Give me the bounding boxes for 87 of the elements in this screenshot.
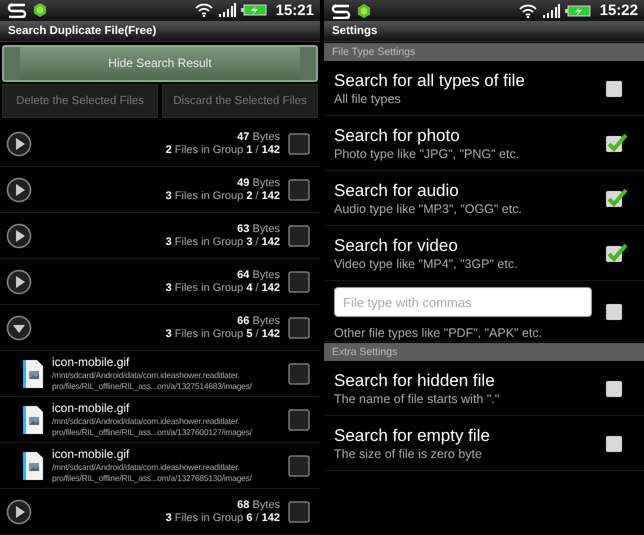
battery-charging-icon <box>240 3 267 18</box>
group-summary: 2 Files in Group 1 / 142 <box>166 144 280 156</box>
file-size: 68 Bytes <box>236 498 280 512</box>
checkbox[interactable] <box>288 224 310 246</box>
expand-icon[interactable] <box>6 176 32 202</box>
preference-summary: Video type like "MP4", "3GP" etc. <box>334 256 519 272</box>
checkbox[interactable] <box>288 500 310 522</box>
screen-title: Settings <box>324 21 644 42</box>
clock-time: 15:21 <box>276 2 314 19</box>
preference-row[interactable]: Search for video Video type like "MP4", "3GP" etc. <box>324 226 644 281</box>
file-size: 66 Bytes <box>236 314 280 328</box>
expand-icon[interactable] <box>6 498 32 524</box>
group-row[interactable]: 64 Bytes 3 Files in Group 4 / 142 <box>0 259 320 305</box>
usb-icon[interactable] <box>6 2 28 18</box>
group-summary: 3 Files in Group 5 / 142 <box>166 328 280 340</box>
preference-title: Search for video <box>334 234 459 256</box>
preference-title: Search for photo <box>334 124 461 146</box>
preference-summary: All file types <box>334 90 402 106</box>
hide-results-button[interactable]: Hide Search Result <box>2 44 318 82</box>
file-name: icon-mobile.gif <box>52 355 130 370</box>
wifi-icon <box>518 4 537 18</box>
preference-summary: Audio type like "MP3", "OGG" etc. <box>334 200 523 216</box>
checkbox[interactable] <box>604 132 628 154</box>
file-path: pro/files/RIL_offline/RIL_ass...om/a/1327600127/images/ <box>52 427 253 438</box>
group-summary: 3 Files in Group 2 / 142 <box>166 190 280 202</box>
checkbox[interactable] <box>288 408 310 430</box>
battery-charging-icon <box>564 4 591 18</box>
file-path: pro/files/RIL_offline/RIL_ass...om/a/1327685130/images/ <box>52 473 253 484</box>
group-row[interactable]: 47 Bytes 2 Files in Group 1 / 142 <box>0 121 320 167</box>
checkbox[interactable] <box>288 454 310 476</box>
preference-row[interactable]: Search for all types of file All file types <box>324 61 644 116</box>
wifi-icon <box>194 3 213 18</box>
group-summary: 3 Files in Group 6 / 142 <box>166 512 280 524</box>
clock-time: 15:22 <box>600 2 638 19</box>
file-name: icon-mobile.gif <box>52 401 130 416</box>
collapse-icon[interactable] <box>6 314 32 340</box>
preference-summary: Other file types like "PDF", "APK" etc. <box>334 325 544 341</box>
preference-summary: The name of file starts with "." <box>334 390 500 406</box>
group-row[interactable]: 66 Bytes 3 Files in Group 5 / 142 <box>0 305 320 351</box>
screen-title: Search Duplicate File(Free) <box>0 20 320 42</box>
file-path: pro/files/RIL_offline/RIL_ass...om/a/1327514683/images/ <box>52 381 253 392</box>
image-file-icon <box>22 358 44 388</box>
expand-icon[interactable] <box>6 222 32 248</box>
file-name: icon-mobile.gif <box>52 447 130 462</box>
checkbox[interactable] <box>604 187 628 209</box>
signal-icon <box>542 4 560 18</box>
file-size: 49 Bytes <box>236 176 280 190</box>
checkbox[interactable] <box>288 178 310 200</box>
group-summary: 3 Files in Group 4 / 142 <box>166 282 280 294</box>
checkbox[interactable] <box>288 132 310 154</box>
expand-icon[interactable] <box>6 268 32 294</box>
section-header: File Type Settings <box>324 43 644 61</box>
preference-summary: Photo type like "JPG", "PNG" etc. <box>334 146 520 162</box>
group-row[interactable]: 63 Bytes 3 Files in Group 3 / 142 <box>0 213 320 259</box>
file-path: /mnt/sdcard/Android/data/com.ideashower.readitlater. <box>52 462 240 473</box>
checkbox[interactable] <box>288 270 310 292</box>
file-size: 47 Bytes <box>236 130 280 144</box>
usb-icon[interactable] <box>330 2 352 18</box>
preference-row[interactable]: File type with commas Other file types like "PDF", "APK" etc. <box>324 281 644 342</box>
preference-title: Search for all types of file <box>334 70 526 90</box>
preference-row[interactable]: Search for audio Audio type like "MP3", "OGG" etc. <box>324 171 644 226</box>
checkbox[interactable] <box>604 242 628 264</box>
file-type-field[interactable]: File type with commas <box>334 287 592 317</box>
group-summary: 3 Files in Group 3 / 142 <box>166 236 280 248</box>
expand-icon[interactable] <box>6 130 32 156</box>
preference-title: Search for hidden file <box>334 370 496 390</box>
checkbox[interactable] <box>288 316 310 338</box>
checkbox[interactable] <box>288 362 310 384</box>
signal-icon <box>218 3 236 18</box>
file-row[interactable]: icon-mobile.gif /mnt/sdcard/Android/data/com.ideashower.readitlater. pro/files/RIL_offline/RIL_ass...om/a/1327600127/images/ <box>0 397 320 443</box>
file-path: /mnt/sdcard/Android/data/com.ideashower.readitlater. <box>52 416 240 427</box>
image-file-icon <box>22 404 44 434</box>
group-row[interactable]: 68 Bytes 3 Files in Group 6 / 142 <box>0 489 320 535</box>
file-path: /mnt/sdcard/Android/data/com.ideashower.readitlater. <box>52 370 240 381</box>
preference-row[interactable]: Search for empty file The size of file is zero byte <box>324 416 644 471</box>
file-row[interactable]: icon-mobile.gif /mnt/sdcard/Android/data/com.ideashower.readitlater. pro/files/RIL_offline/RIL_ass...om/a/1327514683/images/ <box>0 351 320 397</box>
preference-title: Search for empty file <box>334 424 491 446</box>
file-row[interactable]: icon-mobile.gif /mnt/sdcard/Android/data/com.ideashower.readitlater. pro/files/RIL_offline/RIL_ass...om/a/1327685130/images/ <box>0 443 320 489</box>
section-header: Extra Settings <box>324 343 644 361</box>
file-size: 64 Bytes <box>236 268 280 282</box>
preference-title: Search for audio <box>334 180 460 200</box>
group-row[interactable]: 49 Bytes 3 Files in Group 2 / 142 <box>0 167 320 213</box>
preference-row[interactable]: Search for hidden file The name of file starts with "." <box>324 361 644 416</box>
preference-summary: The size of file is zero byte <box>334 446 483 462</box>
file-size: 63 Bytes <box>236 222 280 236</box>
image-file-icon <box>22 450 44 480</box>
preference-row[interactable]: Search for photo Photo type like "JPG", "PNG" etc. <box>324 116 644 171</box>
